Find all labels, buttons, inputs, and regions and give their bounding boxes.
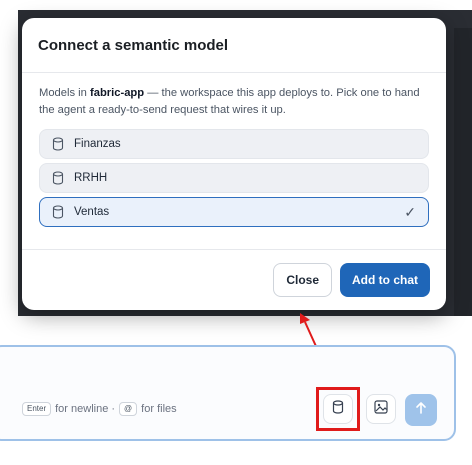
enter-key-badge: Enter — [22, 402, 52, 416]
newline-hint: for newline · — [55, 403, 116, 415]
image-icon — [374, 399, 388, 419]
chat-composer[interactable] — [0, 345, 456, 441]
attach-image-button[interactable] — [366, 394, 396, 424]
at-key-badge: @ — [119, 402, 138, 416]
arrow-up-icon — [414, 401, 428, 420]
files-hint: for files — [141, 403, 177, 415]
composer-hint: Enter for newline · @ for files — [22, 402, 177, 416]
annotation-highlight-box — [316, 387, 360, 431]
send-button[interactable] — [405, 394, 437, 426]
